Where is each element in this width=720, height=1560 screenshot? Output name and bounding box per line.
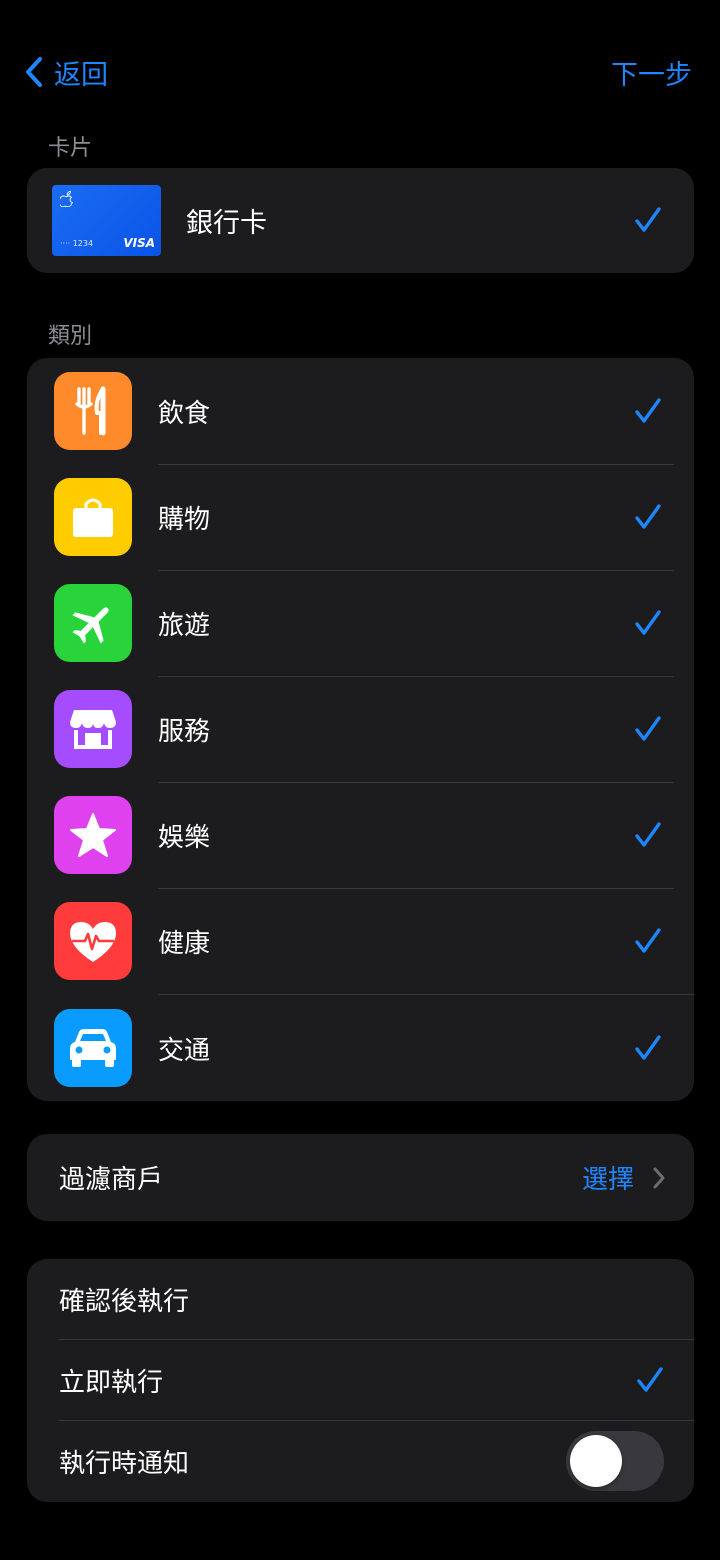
category-row-entertainment[interactable]: 娛樂 [27,782,694,888]
category-label: 飲食 [158,398,211,429]
category-label: 購物 [158,504,211,535]
category-label: 服務 [158,716,211,747]
chevron-left-icon [26,57,42,87]
back-button[interactable]: 返回 [24,50,108,94]
category-label: 旅遊 [158,610,211,641]
notify-toggle[interactable] [566,1431,664,1491]
checkmark-icon [637,1367,663,1392]
category-group: 飲食 購物 旅遊 服務 娛樂 健康 交通 [27,358,694,1101]
card-group: ···· 1234 VISA 銀行卡 [27,168,694,273]
category-label: 娛樂 [158,822,211,853]
airplane-icon [54,584,132,662]
card-digits: ···· 1234 [60,239,94,248]
checkmark-icon [635,1035,661,1060]
run-immediately-option[interactable]: 立即執行 [27,1340,694,1420]
category-row-travel[interactable]: 旅遊 [27,570,694,676]
notify-on-run-label: 執行時通知 [59,1449,190,1479]
checkmark-icon [635,928,661,953]
card-row[interactable]: ···· 1234 VISA 銀行卡 [27,168,694,273]
checkmark-icon [635,610,661,635]
category-label: 交通 [158,1035,211,1066]
run-after-confirm-label: 確認後執行 [59,1286,190,1317]
toggle-knob [570,1435,622,1487]
choose-button[interactable]: 選擇 [582,1134,634,1221]
back-label: 返回 [54,59,108,91]
category-row-health[interactable]: 健康 [27,888,694,994]
category-label: 健康 [158,928,211,959]
run-options-group: 確認後執行 立即執行 執行時通知 [27,1259,694,1502]
star-icon [54,796,132,874]
category-row-transport[interactable]: 交通 [27,995,694,1101]
run-after-confirm-option[interactable]: 確認後執行 [27,1259,694,1339]
filter-merchants-row[interactable]: 過濾商戶 選擇 [27,1134,694,1221]
category-row-services[interactable]: 服務 [27,676,694,782]
checkmark-icon [635,504,661,529]
category-section-label: 類別 [48,324,93,349]
chevron-right-icon [652,1134,666,1221]
checkmark-icon [635,398,661,423]
storefront-icon [54,690,132,768]
navigation-bar: 返回 下一步 [0,50,720,94]
category-row-dining[interactable]: 飲食 [27,358,694,464]
apple-logo-icon [60,191,74,207]
bank-card-thumbnail: ···· 1234 VISA [52,185,161,256]
checkmark-icon [635,716,661,741]
shopping-bag-icon [54,478,132,556]
card-section-label: 卡片 [48,136,93,161]
fork-knife-icon [54,372,132,450]
category-row-shopping[interactable]: 購物 [27,464,694,570]
filter-merchants-label: 過濾商戶 [59,1165,164,1195]
run-immediately-label: 立即執行 [59,1367,164,1398]
checkmark-icon [635,207,661,232]
card-name: 銀行卡 [186,208,267,239]
checkmark-icon [635,822,661,847]
notify-on-run-row: 執行時通知 [27,1421,694,1502]
next-button[interactable]: 下一步 [611,50,692,94]
visa-logo: VISA [123,236,155,250]
car-icon [54,1009,132,1087]
heart-pulse-icon [54,902,132,980]
